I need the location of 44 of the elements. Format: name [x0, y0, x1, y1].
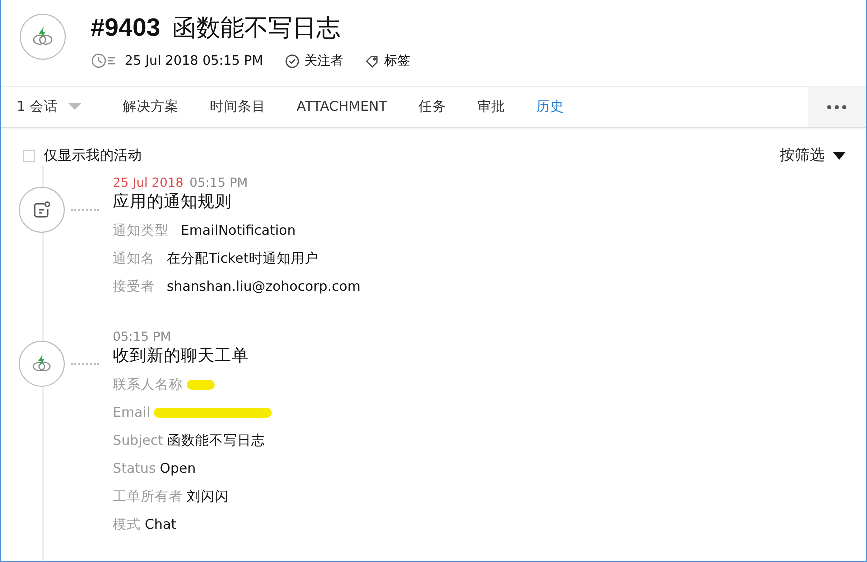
tab[interactable]: 时间条目: [210, 98, 266, 116]
field-value: Open: [160, 461, 196, 477]
field-value: EmailNotification: [181, 223, 296, 239]
tab[interactable]: 解决方案: [122, 98, 179, 116]
checkbox[interactable]: [23, 150, 35, 162]
tab[interactable]: 任务: [418, 98, 446, 116]
tag-icon: [365, 54, 380, 68]
field-label: Status: [113, 461, 156, 477]
field-value: Chat: [145, 517, 177, 533]
clock-icon: [91, 53, 117, 69]
caret-icon: [833, 152, 846, 160]
more-icon: [827, 104, 847, 110]
tags-link[interactable]: 标签: [384, 52, 410, 70]
event-time: 05:15 PM: [190, 175, 248, 190]
field-label: 模式: [113, 516, 141, 534]
filter-dropdown[interactable]: 按筛选: [780, 146, 846, 165]
field-label: Subject: [113, 433, 164, 449]
tab[interactable]: 历史: [536, 98, 564, 116]
tab[interactable]: 1 会话: [17, 98, 82, 116]
event-date: 25 Jul 2018: [113, 175, 184, 190]
field-label: 联系人名称: [113, 376, 183, 394]
tab[interactable]: 审批: [477, 98, 506, 116]
field-label: 通知名: [113, 250, 155, 268]
field-value: 刘闪闪: [187, 488, 229, 506]
event-title: 收到新的聊天工单: [113, 345, 250, 367]
followers-link[interactable]: 关注者: [304, 52, 344, 70]
field-label: 工单所有者: [113, 488, 183, 506]
field-label: 接受者: [113, 278, 155, 296]
field-label: 通知类型: [113, 222, 169, 240]
field-label: Email: [113, 405, 150, 421]
field-value: shanshan.liu@zohocorp.com: [167, 279, 361, 295]
caret-icon: [68, 103, 82, 111]
field-value: 函数能不写日志: [167, 432, 266, 450]
ticket-date: 25 Jul 2018 05:15 PM: [125, 54, 264, 68]
event-title: 应用的通知规则: [113, 191, 233, 213]
ticket-title: 函数能不写日志: [172, 13, 341, 44]
ticket-number: #9403: [91, 14, 161, 43]
event-time: 05:15 PM: [113, 329, 172, 344]
checkbox-label: 仅显示我的活动: [44, 146, 142, 164]
tab[interactable]: ATTACHMENT: [296, 99, 388, 115]
field-value: 在分配Ticket时通知用户: [167, 250, 319, 268]
more-button[interactable]: [808, 87, 866, 127]
notification-icon: [33, 201, 51, 219]
check-circle-icon: [285, 54, 300, 68]
